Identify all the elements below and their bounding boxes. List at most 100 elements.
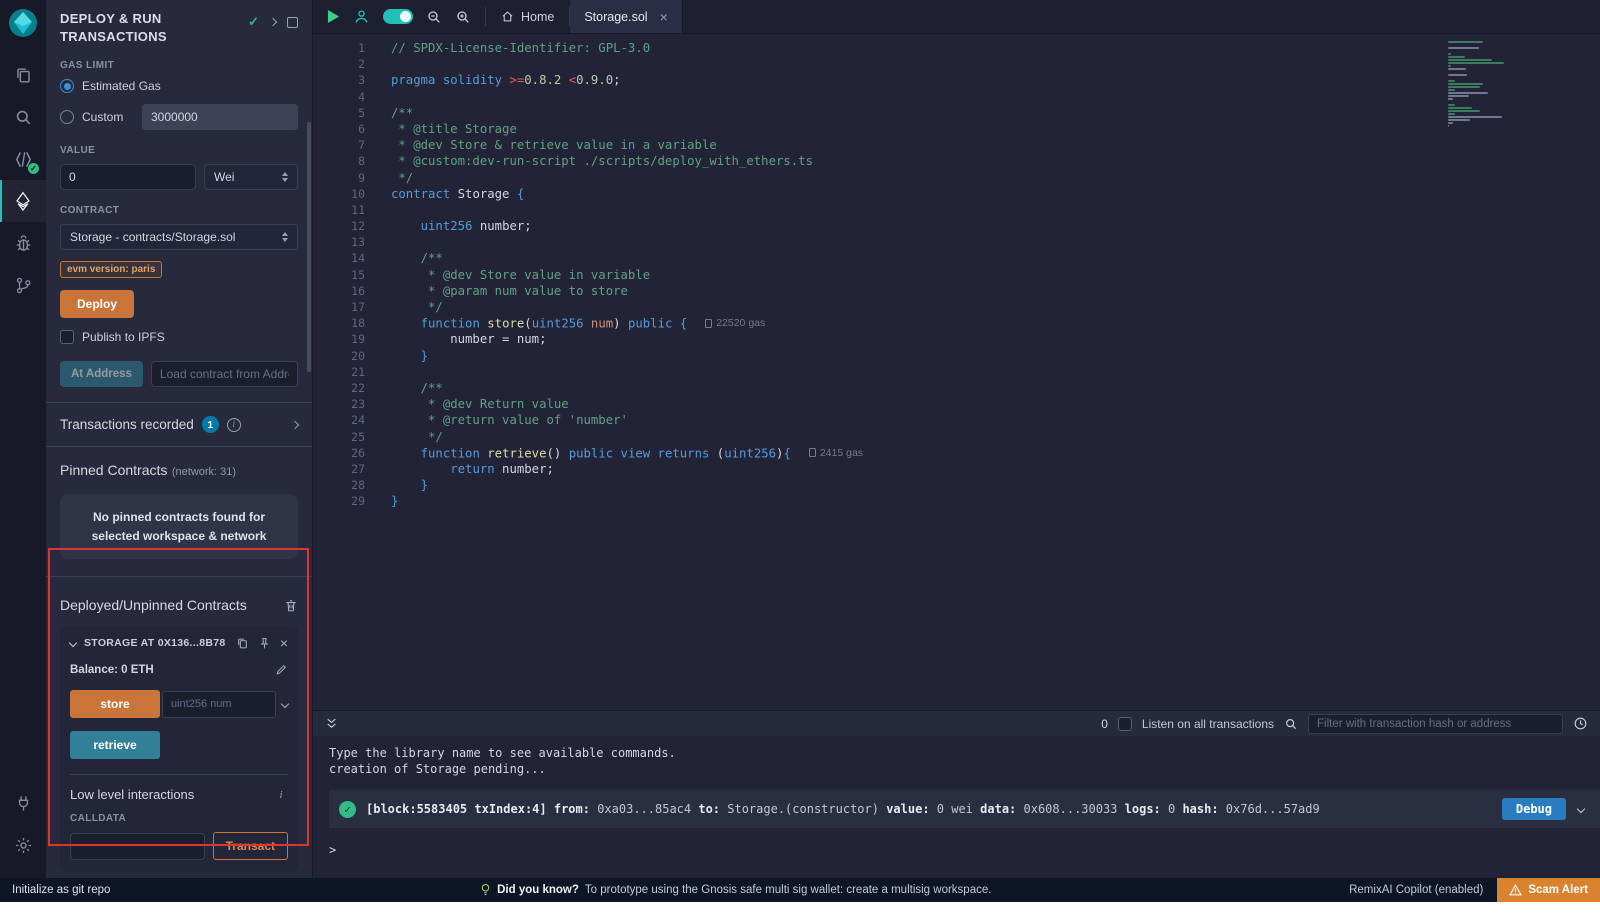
status-bar: Initialize as git repo Did you know? To … <box>0 878 1600 902</box>
panel-expand-icon[interactable] <box>269 18 277 26</box>
code-line[interactable]: 15 * @dev Store value in variable <box>313 267 1600 283</box>
panel-scrollbar[interactable] <box>307 122 311 372</box>
code-line[interactable]: 24 * @return value of 'number' <box>313 412 1600 428</box>
terminal-toolbar: 0 Listen on all transactions <box>313 710 1600 736</box>
terminal-line: Type the library name to see available c… <box>329 745 1600 761</box>
transactions-recorded-row[interactable]: Transactions recorded 1 i <box>46 403 312 446</box>
code-line[interactable]: 22 /** <box>313 380 1600 396</box>
code-line[interactable]: 11 <box>313 202 1600 218</box>
code-line[interactable]: 18 function store(uint256 num) public {2… <box>313 315 1600 331</box>
listen-all-checkbox[interactable] <box>1118 717 1132 731</box>
code-line[interactable]: 16 * @param num value to store <box>313 283 1600 299</box>
pin-contract-icon[interactable] <box>258 637 271 650</box>
collapse-terminal-icon[interactable] <box>325 717 338 730</box>
zoom-in-icon[interactable] <box>455 9 471 25</box>
contract-select[interactable]: Storage - contracts/Storage.sol <box>60 224 298 250</box>
clear-deployed-icon[interactable] <box>284 598 298 613</box>
code-line[interactable]: 14 /** <box>313 250 1600 266</box>
git-icon[interactable] <box>0 264 46 306</box>
search-icon[interactable] <box>0 96 46 138</box>
tab-storage-sol[interactable]: Storage.sol × <box>570 0 682 33</box>
remix-logo-icon[interactable] <box>8 8 38 38</box>
tx-log-row[interactable]: ✓ [block:5583405 txIndex:4] from: 0xa03.… <box>329 790 1600 828</box>
code-line[interactable]: 17 */ <box>313 299 1600 315</box>
code-editor[interactable]: 1// SPDX-License-Identifier: GPL-3.023pr… <box>313 34 1600 710</box>
estimated-gas-label: Estimated Gas <box>82 79 161 93</box>
store-args-input[interactable] <box>162 691 276 718</box>
deploy-button[interactable]: Deploy <box>60 290 134 318</box>
at-address-input[interactable] <box>151 361 298 387</box>
code-line[interactable]: 8 * @custom:dev-run-script ./scripts/dep… <box>313 153 1600 169</box>
code-line[interactable]: 9 */ <box>313 170 1600 186</box>
code-line[interactable]: 7 * @dev Store & retrieve value in a var… <box>313 137 1600 153</box>
code-line[interactable]: 5/** <box>313 105 1600 121</box>
scam-alert-button[interactable]: Scam Alert <box>1497 878 1600 902</box>
home-tab[interactable]: Home <box>486 0 569 33</box>
ai-assistant-icon[interactable] <box>353 8 370 25</box>
low-level-label: Low level interactions <box>70 787 194 802</box>
solidity-compiler-icon[interactable]: ✓ <box>0 138 46 180</box>
code-line[interactable]: 28 } <box>313 477 1600 493</box>
edit-balance-icon[interactable] <box>275 663 288 676</box>
code-line[interactable]: 4 <box>313 89 1600 105</box>
copilot-status[interactable]: RemixAI Copilot (enabled) <box>1349 884 1483 896</box>
code-line[interactable]: 19 number = num; <box>313 331 1600 347</box>
code-line[interactable]: 2 <box>313 56 1600 72</box>
main-row: ✓ DEPLOY & RUN TRANSACTIONS <box>0 0 1600 878</box>
publish-ipfs-checkbox[interactable] <box>60 330 74 344</box>
code-line[interactable]: 21 <box>313 364 1600 380</box>
pin-panel-icon[interactable] <box>287 17 298 28</box>
debugger-icon[interactable] <box>0 222 46 264</box>
plugin-manager-icon[interactable] <box>0 782 46 824</box>
code-line[interactable]: 1// SPDX-License-Identifier: GPL-3.0 <box>313 40 1600 56</box>
debug-button[interactable]: Debug <box>1502 798 1566 820</box>
retrieve-function-button[interactable]: retrieve <box>70 731 160 759</box>
settings-gear-icon[interactable] <box>0 824 46 866</box>
publish-ipfs-label: Publish to IPFS <box>82 330 165 344</box>
code-line[interactable]: 26 function retrieve() public view retur… <box>313 445 1600 461</box>
code-line[interactable]: 25 */ <box>313 429 1600 445</box>
estimated-gas-radio[interactable] <box>60 79 74 93</box>
git-init-button[interactable]: Initialize as git repo <box>0 884 122 896</box>
transact-button[interactable]: Transact <box>213 832 288 860</box>
terminal-filter-input[interactable] <box>1308 714 1563 734</box>
code-line[interactable]: 23 * @dev Return value <box>313 396 1600 412</box>
value-label: VALUE <box>60 145 298 156</box>
pinned-empty-message: No pinned contracts found for selected w… <box>60 494 298 559</box>
expand-args-icon[interactable] <box>281 700 289 708</box>
code-line[interactable]: 3pragma solidity >=0.8.2 <0.9.0; <box>313 72 1600 88</box>
code-line[interactable]: 6 * @title Storage <box>313 121 1600 137</box>
code-line[interactable]: 20 } <box>313 348 1600 364</box>
copy-address-icon[interactable] <box>236 637 249 650</box>
custom-gas-input[interactable] <box>142 104 298 130</box>
info-icon[interactable]: i <box>227 418 241 432</box>
terminal[interactable]: Type the library name to see available c… <box>313 736 1600 878</box>
zoom-out-icon[interactable] <box>426 9 442 25</box>
code-line[interactable]: 27 return number; <box>313 461 1600 477</box>
file-explorer-icon[interactable] <box>0 54 46 96</box>
contract-collapse-icon[interactable] <box>69 639 77 647</box>
code-line[interactable]: 13 <box>313 234 1600 250</box>
clock-icon[interactable] <box>1573 716 1588 731</box>
code-line[interactable]: 10contract Storage { <box>313 186 1600 202</box>
store-function-button[interactable]: store <box>70 690 160 718</box>
value-unit-select[interactable]: Wei <box>204 164 298 190</box>
low-level-info-icon[interactable]: i <box>274 788 288 802</box>
remove-contract-icon[interactable]: × <box>280 636 288 650</box>
transactions-expand-icon[interactable] <box>291 420 299 428</box>
run-script-icon[interactable] <box>327 9 340 24</box>
custom-gas-radio[interactable] <box>60 110 74 124</box>
code-line[interactable]: 29} <box>313 493 1600 509</box>
deploy-run-panel: DEPLOY & RUN TRANSACTIONS ✓ GAS LIMIT Es… <box>46 0 313 878</box>
deploy-and-run-icon[interactable] <box>0 180 46 222</box>
tab-close-icon[interactable]: × <box>660 10 668 24</box>
minimap[interactable] <box>1448 41 1510 127</box>
copilot-toggle[interactable] <box>383 9 413 24</box>
terminal-prompt[interactable]: > <box>329 843 1600 857</box>
value-input[interactable] <box>60 164 196 190</box>
expand-tx-icon[interactable] <box>1577 805 1585 813</box>
at-address-button[interactable]: At Address <box>60 361 143 387</box>
code-line[interactable]: 12 uint256 number; <box>313 218 1600 234</box>
calldata-input[interactable] <box>70 833 205 860</box>
calldata-label: CALLDATA <box>70 813 288 824</box>
